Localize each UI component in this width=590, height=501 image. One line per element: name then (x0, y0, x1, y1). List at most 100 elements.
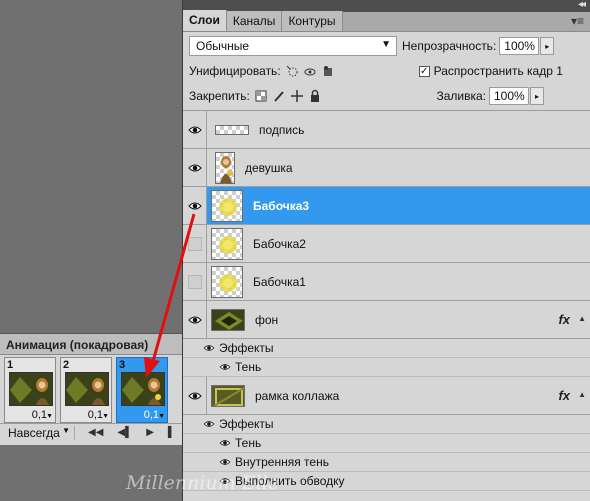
opacity-field[interactable]: 100% (499, 37, 540, 55)
animation-frame[interactable]: 3 0,1 ▼ (116, 357, 168, 423)
eye-icon (187, 202, 202, 209)
layer-name: Бабочка2 (253, 236, 306, 251)
fill-field[interactable]: 100% (489, 87, 529, 105)
effect-name: Внутренняя тень (235, 455, 329, 469)
layer-thumbnail (211, 384, 245, 407)
frame-thumbnail (9, 372, 53, 406)
chevron-down-icon[interactable]: ▼ (102, 413, 109, 420)
next-frame-icon[interactable]: ▌ (168, 427, 175, 438)
eye-icon (187, 316, 202, 323)
loop-select[interactable]: Навсегда ▼ (4, 425, 76, 440)
expand-effects-icon[interactable]: ▲ (578, 390, 586, 399)
chevron-down-icon: ▼ (381, 39, 391, 50)
tab-paths[interactable]: Контуры (282, 11, 343, 31)
panel-tabs: Слои Каналы Контуры ▾≡ (183, 10, 590, 32)
frames-strip: 1 0,1 ▼ 2 0,1 ▼ 3 0,1 ▼ (0, 355, 182, 423)
layer-row[interactable]: рамка коллажа fx ▲ (183, 377, 590, 415)
frame-number: 3 (119, 359, 126, 371)
fx-icon[interactable]: fx (558, 388, 570, 403)
eye-icon[interactable] (203, 344, 215, 352)
layer-thumbnail (215, 151, 235, 184)
layer-name: Бабочка3 (253, 198, 310, 213)
fill-label: Заливка: (436, 89, 486, 103)
visibility-toggle[interactable] (183, 149, 207, 186)
visibility-toggle[interactable] (183, 187, 207, 224)
layer-row[interactable]: Бабочка1 (183, 263, 590, 301)
expand-effects-icon[interactable]: ▲ (578, 314, 586, 323)
unify-visibility-icon[interactable] (303, 64, 317, 78)
chevron-down-icon[interactable]: ▼ (158, 413, 165, 420)
visibility-toggle[interactable] (183, 225, 207, 262)
animation-frame[interactable]: 2 0,1 ▼ (60, 357, 112, 423)
visibility-toggle[interactable] (183, 377, 207, 414)
layer-row[interactable]: фон fx ▲ (183, 301, 590, 339)
collapse-icon[interactable]: ◂◂ (578, 0, 586, 10)
tab-channels[interactable]: Каналы (226, 11, 283, 31)
panel-menu-icon[interactable]: ▾≡ (571, 14, 584, 28)
layer-row[interactable]: Бабочка3 (183, 187, 590, 225)
opacity-slider-button[interactable]: ▸ (540, 37, 555, 55)
layer-name: подпись (259, 122, 305, 137)
layer-thumbnail (211, 308, 245, 331)
fx-icon[interactable]: fx (558, 312, 570, 327)
layer-row[interactable]: девушка (183, 149, 590, 187)
effects-header[interactable]: Эффекты (183, 339, 590, 358)
blend-opacity-row: Обычные ▼ Непрозрачность: 100% ▸ (183, 32, 590, 60)
unify-style-icon[interactable] (321, 64, 335, 78)
visibility-toggle[interactable] (183, 301, 207, 338)
tab-layers[interactable]: Слои (183, 10, 227, 31)
layer-name: рамка коллажа (255, 388, 340, 403)
effect-item[interactable]: Тень (183, 434, 590, 453)
layer-thumbnail (211, 189, 243, 222)
lock-transparency-icon[interactable] (254, 89, 268, 103)
effects-header[interactable]: Эффекты (183, 415, 590, 434)
unify-label: Унифицировать: (189, 64, 281, 78)
blend-mode-select[interactable]: Обычные ▼ (189, 36, 397, 56)
animation-frame[interactable]: 1 0,1 ▼ (4, 357, 56, 423)
eye-icon (187, 126, 202, 133)
propagate-frame-option[interactable]: ✓ Распространить кадр 1 (418, 64, 563, 78)
visibility-toggle[interactable] (183, 263, 207, 300)
fill-slider-button[interactable]: ▸ (530, 87, 544, 105)
previous-frame-icon[interactable]: ◀▌ (117, 427, 132, 438)
layer-thumbnail (215, 124, 249, 135)
eye-icon[interactable] (219, 439, 231, 447)
lock-position-icon[interactable] (290, 89, 304, 103)
layer-name: девушка (245, 160, 293, 175)
lock-all-icon[interactable] (308, 89, 322, 103)
play-icon[interactable]: ▶ (146, 427, 154, 438)
layer-thumbnail (211, 227, 243, 260)
unify-position-icon[interactable] (285, 64, 299, 78)
effect-item[interactable]: Тень (183, 358, 590, 377)
frame-delay[interactable]: 0,1 (144, 409, 159, 421)
lock-pixels-icon[interactable] (272, 89, 286, 103)
propagate-label: Распространить кадр 1 (433, 64, 563, 78)
frame-delay[interactable]: 0,1 (32, 409, 47, 421)
frame-thumbnail (65, 372, 109, 406)
eye-icon[interactable] (219, 458, 231, 466)
lock-label: Закрепить: (189, 89, 250, 103)
layer-name: фон (255, 312, 279, 327)
eye-icon (187, 392, 202, 399)
first-frame-icon[interactable]: ◀◀ (88, 427, 103, 438)
propagate-checkbox[interactable]: ✓ (418, 65, 430, 77)
loop-value: Навсегда (8, 425, 60, 440)
opacity-label: Непрозрачность: (402, 39, 497, 53)
layer-name: Бабочка1 (253, 274, 306, 289)
effect-item[interactable]: Внутренняя тень (183, 453, 590, 472)
chevron-down-icon[interactable]: ▼ (46, 413, 53, 420)
effect-name: Тень (235, 436, 262, 450)
frame-delay[interactable]: 0,1 (88, 409, 103, 421)
animation-panel: Анимация (покадровая) 1 0,1 ▼ 2 0,1 ▼ 3 … (0, 333, 182, 445)
eye-icon[interactable] (219, 363, 231, 371)
layer-row[interactable]: Бабочка2 (183, 225, 590, 263)
frame-number: 1 (7, 359, 14, 371)
eye-icon[interactable] (203, 420, 215, 428)
visibility-toggle[interactable] (183, 111, 207, 148)
animation-panel-title: Анимация (покадровая) (0, 334, 182, 355)
effect-name: Тень (235, 360, 262, 374)
layer-row[interactable]: подпись (183, 111, 590, 149)
unify-row: Унифицировать: ✓ Распространить кадр 1 (183, 60, 590, 82)
animation-controls: Навсегда ▼ ◀◀ ◀▌ ▶ ▌ (0, 423, 182, 441)
watermark: Millennium Elle (126, 472, 280, 494)
